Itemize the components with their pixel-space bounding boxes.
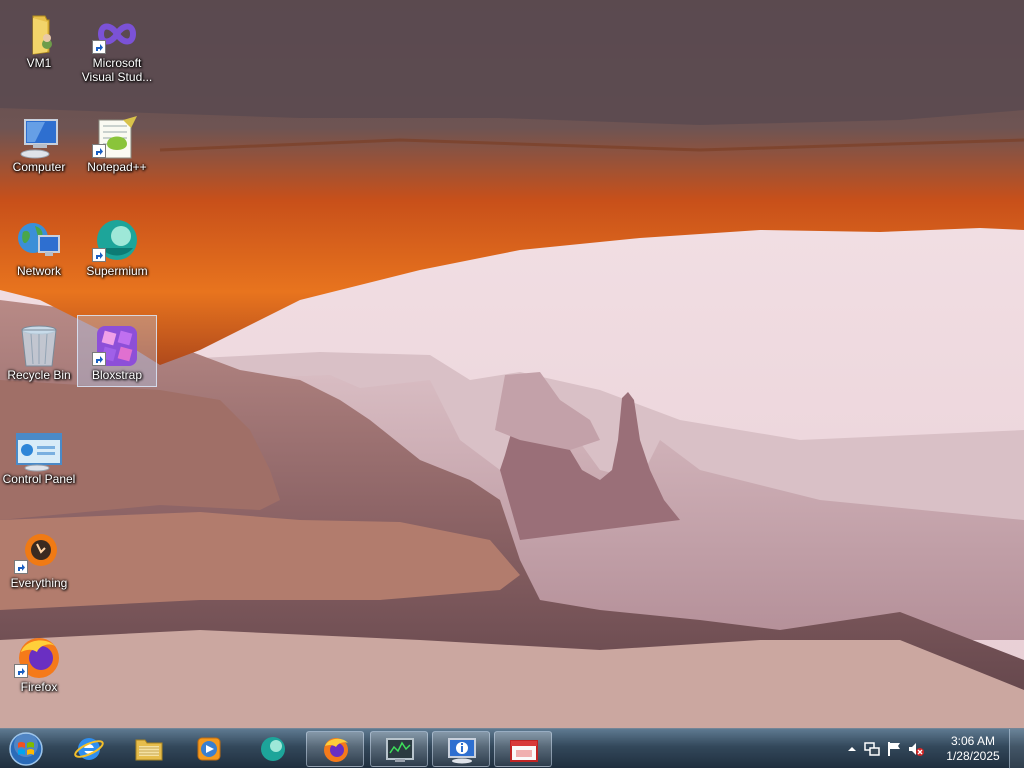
folder-user-icon: [15, 10, 63, 58]
clock-time: 3:06 AM: [950, 734, 996, 748]
show-desktop-button[interactable]: [1009, 729, 1024, 769]
start-button[interactable]: [6, 731, 46, 767]
system-tray: 3:06 AM 1/28/2025: [834, 729, 1024, 769]
desktop-icon-everything[interactable]: Everything: [0, 524, 78, 624]
desktop-icon-label: Firefox: [20, 680, 58, 694]
show-hidden-icons-icon[interactable]: [844, 741, 860, 757]
windows-logo-icon: [9, 732, 43, 766]
shortcut-arrow-icon: [92, 144, 106, 158]
media-player-icon: [197, 737, 221, 761]
desktop-icon-label: Notepad++: [87, 160, 147, 174]
shortcut-arrow-icon: [92, 352, 106, 366]
desktop-icon-label: Microsoft Visual Stud...: [81, 56, 153, 84]
action-center-flag-icon[interactable]: [886, 741, 902, 757]
taskbar-windows-explorer[interactable]: [120, 731, 178, 767]
network-icon: [15, 218, 63, 266]
taskbar-system-information[interactable]: [432, 731, 490, 767]
taskbar-task-manager[interactable]: [370, 731, 428, 767]
desktop-icon-network[interactable]: Network: [0, 212, 78, 312]
taskbar-clock[interactable]: 3:06 AM 1/28/2025: [942, 734, 1004, 764]
desktop-icon-label: Everything: [10, 576, 68, 590]
firefox-icon: [324, 738, 348, 762]
task-manager-icon: [386, 738, 414, 762]
system-info-icon: [448, 738, 476, 764]
shortcut-arrow-icon: [92, 248, 106, 262]
taskbar: 3:06 AM 1/28/2025: [0, 728, 1024, 769]
taskbar-supermium[interactable]: [244, 731, 302, 767]
volume-muted-icon[interactable]: [908, 741, 924, 757]
desktop-icon-label: Network: [16, 264, 61, 278]
desktop-icon-label: Computer: [12, 160, 66, 174]
shortcut-arrow-icon: [14, 664, 28, 678]
clock-date: 1/28/2025: [946, 749, 1000, 763]
taskbar-media-player[interactable]: [180, 731, 238, 767]
shortcut-arrow-icon: [92, 40, 106, 54]
desktop-icon-firefox[interactable]: Firefox: [0, 628, 78, 728]
desktop-icon-label: Supermium: [86, 264, 148, 278]
network-tray-icon[interactable]: [864, 741, 880, 757]
taskbar-firefox[interactable]: [306, 731, 364, 767]
taskbar-remote-desktop[interactable]: [494, 731, 552, 767]
taskbar-internet-explorer[interactable]: [60, 731, 118, 767]
desktop-icon-recycle-bin[interactable]: Recycle Bin: [0, 316, 78, 416]
computer-icon: [15, 114, 63, 162]
desktop-icon-label: Recycle Bin: [7, 368, 71, 382]
desktop-icon-supermium[interactable]: Supermium: [78, 212, 156, 312]
desktop-icon-bloxstrap[interactable]: Bloxstrap: [77, 315, 157, 387]
folder-explorer-icon: [135, 739, 163, 761]
supermium-icon: [261, 737, 285, 761]
desktop-icon-vm1[interactable]: VM1: [0, 4, 78, 104]
desktop-icon-control-panel[interactable]: Control Panel: [0, 420, 78, 520]
desktop-icon-notepad-plus-plus[interactable]: Notepad++: [78, 108, 156, 208]
desktop-icon-label: Control Panel: [2, 472, 76, 486]
desktop-icon-label: VM1: [26, 56, 52, 70]
control-panel-icon: [15, 426, 63, 474]
internet-explorer-icon: [74, 738, 104, 760]
remote-desktop-icon: [510, 740, 538, 762]
recycle-bin-icon: [15, 322, 63, 370]
desktop-icon-visual-studio[interactable]: Microsoft Visual Stud...: [78, 4, 156, 104]
desktop-icon-computer[interactable]: Computer: [0, 108, 78, 208]
shortcut-arrow-icon: [14, 560, 28, 574]
desktop-icon-label: Bloxstrap: [91, 368, 143, 382]
